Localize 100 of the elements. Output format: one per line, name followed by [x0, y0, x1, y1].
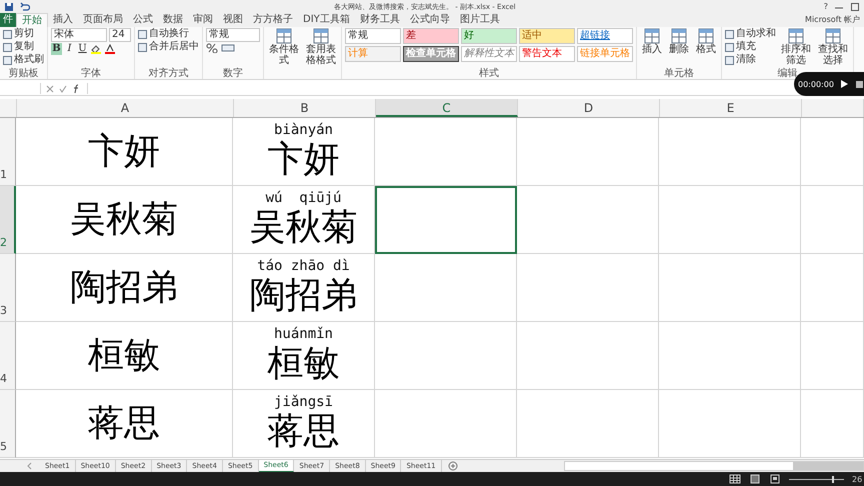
cell-text: 蒋思	[88, 402, 160, 444]
undo-icon[interactable]	[20, 2, 30, 12]
table-cell[interactable]	[659, 322, 801, 390]
ribbon-button[interactable]: 套用表格格式	[304, 28, 338, 66]
selected-cell[interactable]	[375, 186, 517, 254]
ribbon-tab[interactable]: 公式	[128, 13, 158, 27]
column-header[interactable]: E	[660, 99, 802, 117]
ribbon-button[interactable]: 格式	[694, 28, 718, 55]
cell-text: 卞妍	[88, 130, 160, 172]
normal-view-icon[interactable]	[729, 474, 741, 484]
number-format-field[interactable]: 常规	[206, 28, 260, 42]
group-label: 对齐方式	[148, 68, 190, 79]
cell-text: 陶招弟	[250, 275, 358, 317]
table-cell[interactable]	[801, 118, 864, 186]
column-header[interactable]: A	[17, 99, 234, 117]
account-link[interactable]: Microsoft 帐户	[805, 13, 864, 27]
font-color-icon[interactable]	[104, 44, 116, 54]
cell-style[interactable]: 警告文本	[519, 46, 575, 62]
ribbon-button[interactable]: 条件格式	[267, 28, 301, 66]
ribbon-button[interactable]: 剪切	[3, 28, 44, 40]
cell-style[interactable]: 常规	[345, 28, 401, 44]
enter-icon[interactable]	[59, 84, 67, 92]
cell-style[interactable]: 超链接	[577, 28, 633, 44]
cell-style[interactable]: 差	[403, 28, 459, 44]
cell-text: 桓敏	[268, 343, 340, 385]
ribbon-button[interactable]: 合并后居中	[138, 41, 199, 53]
ribbon-tab[interactable]: 财务工具	[354, 13, 405, 27]
table-cell[interactable]	[801, 254, 864, 322]
table-cell[interactable]	[375, 254, 517, 322]
horizontal-scrollbar[interactable]	[564, 461, 864, 471]
table-cell[interactable]	[375, 322, 517, 390]
stop-icon[interactable]	[854, 79, 864, 89]
cell-style[interactable]: 适中	[519, 28, 575, 44]
add-sheet-icon[interactable]	[448, 461, 458, 471]
font-field[interactable]: 宋体	[51, 28, 107, 42]
table-cell[interactable]	[801, 322, 864, 390]
ribbon-button[interactable]: 清除	[725, 54, 776, 66]
row-header[interactable]: 5	[0, 390, 16, 458]
row-header[interactable]: 2	[0, 186, 16, 254]
cell-style[interactable]: 好	[461, 28, 517, 44]
table-cell[interactable]	[375, 118, 517, 186]
table-cell[interactable]	[801, 390, 864, 458]
ribbon-tab[interactable]: 审阅	[188, 13, 218, 27]
ribbon-button[interactable]: 自动求和	[725, 28, 776, 40]
ribbon-button[interactable]: 插入	[640, 28, 664, 55]
ribbon-button[interactable]: 排序和筛选	[779, 28, 813, 66]
table-cell[interactable]	[659, 390, 801, 458]
table-cell[interactable]	[659, 118, 801, 186]
ribbon-tab[interactable]: 页面布局	[78, 13, 128, 27]
ribbon-button[interactable]: 删除	[667, 28, 691, 55]
row-header[interactable]: 4	[0, 322, 16, 390]
format-button[interactable]: U	[77, 43, 88, 55]
percent-icon[interactable]	[206, 43, 236, 53]
table-cell[interactable]	[517, 390, 659, 458]
format-button[interactable]: I	[64, 43, 75, 55]
cell-style[interactable]: 解释性文本	[461, 46, 517, 62]
save-icon[interactable]	[4, 2, 14, 12]
cell-text: 吴秋菊	[70, 198, 178, 240]
ribbon-button[interactable]: 自动换行	[138, 28, 199, 40]
cell-text: 陶招弟	[70, 266, 178, 308]
ribbon-tab[interactable]: 方方格子	[248, 13, 298, 27]
table-cell[interactable]	[659, 186, 801, 254]
ribbon-tab[interactable]: 视图	[218, 13, 248, 27]
ribbon-button[interactable]: 格式刷	[3, 54, 44, 66]
maximize-icon[interactable]	[850, 2, 860, 12]
cancel-icon[interactable]	[46, 84, 54, 92]
scroll-left-icon[interactable]	[26, 462, 34, 470]
ribbon-tab[interactable]: 件	[0, 13, 16, 27]
ribbon-tab[interactable]: 数据	[158, 13, 188, 27]
ribbon-button[interactable]: 查找和选择	[816, 28, 850, 66]
format-button[interactable]: B	[51, 43, 62, 55]
table-cell[interactable]	[659, 254, 801, 322]
ribbon-button[interactable]: 填充	[725, 41, 776, 53]
table-cell[interactable]	[375, 390, 517, 458]
table-cell[interactable]	[517, 254, 659, 322]
row-header[interactable]: 3	[0, 254, 16, 322]
ribbon-tab[interactable]: 开始	[16, 13, 48, 27]
column-header[interactable]: D	[518, 99, 660, 117]
page-layout-icon[interactable]	[749, 474, 761, 484]
ribbon-tab[interactable]: 插入	[48, 13, 78, 27]
column-header[interactable]: C	[376, 99, 518, 117]
table-cell[interactable]	[517, 118, 659, 186]
group-label: 样式	[478, 68, 500, 79]
table-cell[interactable]	[517, 322, 659, 390]
page-break-icon[interactable]	[769, 474, 781, 484]
ribbon-tab[interactable]: 图片工具	[454, 13, 505, 27]
table-cell[interactable]	[801, 186, 864, 254]
help-button[interactable]: ?	[824, 2, 828, 11]
row-header[interactable]: 1	[0, 118, 16, 186]
pinyin-text: huánmǐn	[274, 325, 333, 343]
cell-text: 蒋思	[268, 411, 340, 453]
ribbon-tab[interactable]: DIY工具箱	[298, 13, 355, 27]
group-label: 数字	[222, 68, 244, 79]
table-cell[interactable]	[517, 186, 659, 254]
pinyin-text: wú qiūjú	[266, 189, 342, 207]
size-field[interactable]: 24	[109, 28, 131, 42]
ribbon-tab[interactable]: 公式向导	[404, 13, 455, 27]
ribbon-button[interactable]: 复制	[3, 41, 44, 53]
cell-text: 吴秋菊	[250, 207, 358, 249]
fill-color-icon[interactable]	[90, 44, 102, 54]
